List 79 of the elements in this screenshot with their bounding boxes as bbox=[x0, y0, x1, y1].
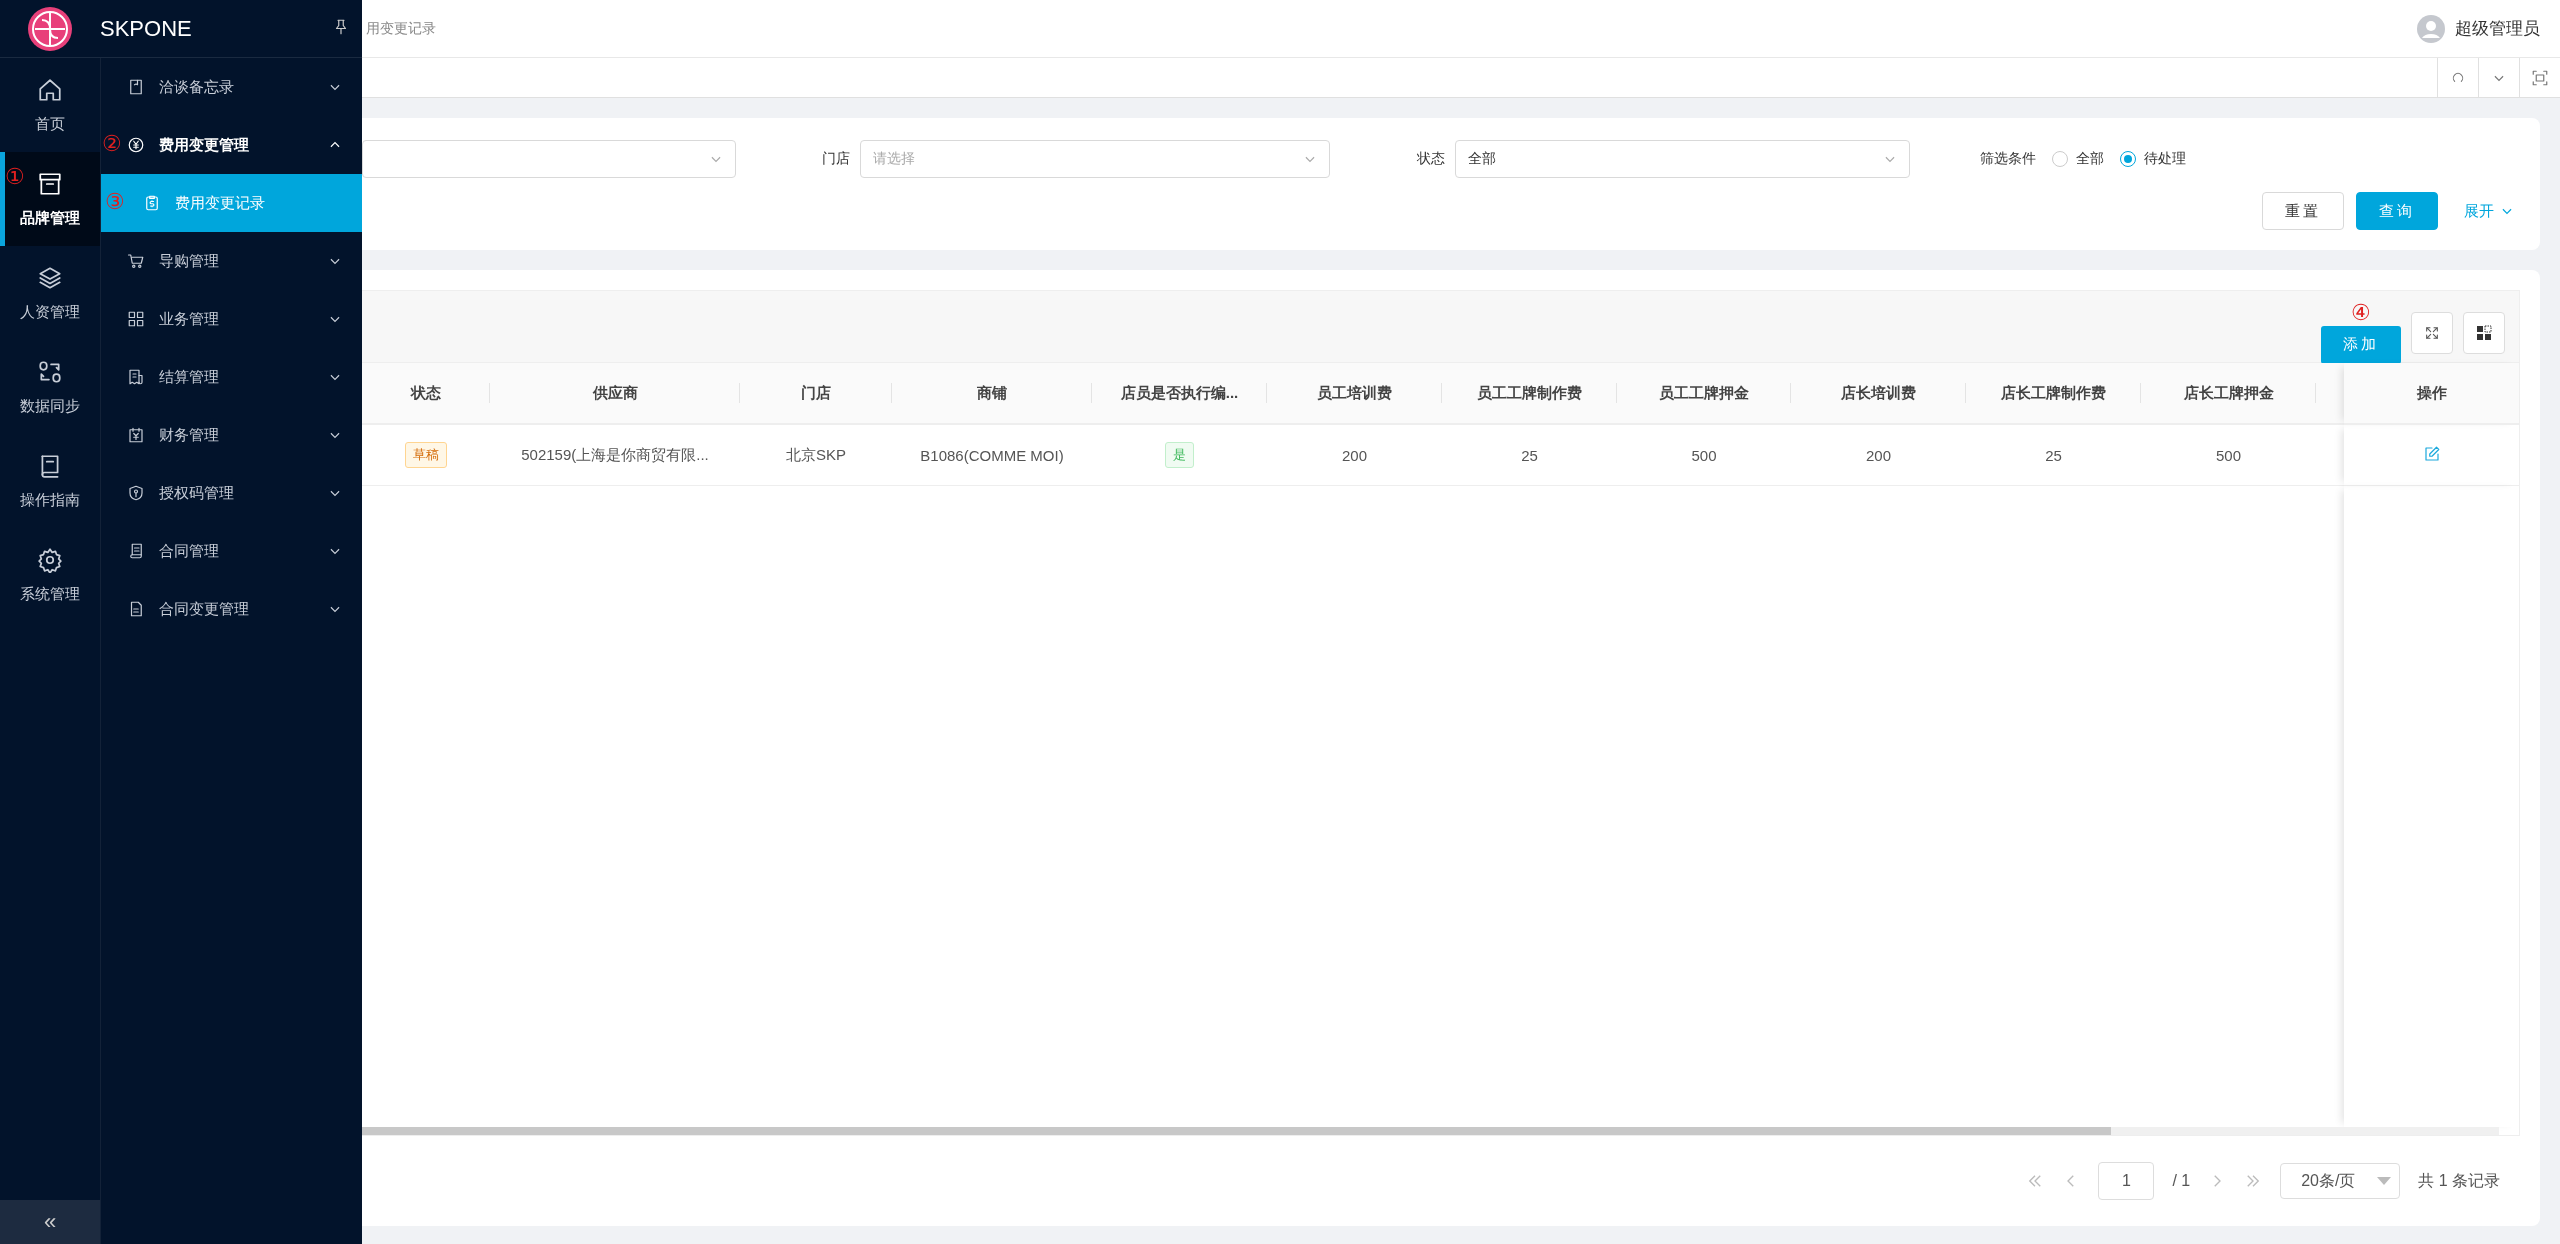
table-cell: 25 bbox=[1966, 425, 2141, 486]
menu-item[interactable]: 合同变更管理 bbox=[101, 580, 362, 638]
rail-item[interactable]: 操作指南 bbox=[0, 434, 100, 528]
menu-item[interactable]: 授权码管理 bbox=[101, 464, 362, 522]
rail-item[interactable]: 首页 bbox=[0, 58, 100, 152]
rail-item[interactable]: 数据同步 bbox=[0, 340, 100, 434]
select-field[interactable] bbox=[362, 140, 736, 178]
column-header: 店员是否执行编... bbox=[1092, 363, 1267, 425]
collapse-button[interactable]: « bbox=[0, 1200, 100, 1244]
menu-item[interactable]: 结算管理 bbox=[101, 348, 362, 406]
column-header: 供应商 bbox=[490, 363, 740, 425]
callout-number: ② bbox=[102, 133, 122, 155]
field-label: 状态 bbox=[1416, 150, 1446, 168]
radio-label[interactable]: 全部 bbox=[2076, 150, 2104, 168]
reset-button[interactable]: 重置 bbox=[2262, 192, 2344, 230]
archive-box-icon bbox=[37, 170, 63, 197]
column-header: 员工培训费 bbox=[1267, 363, 1442, 425]
avatar-icon bbox=[2417, 14, 2445, 43]
table-cell: 200 bbox=[1791, 425, 1966, 486]
page-input[interactable]: 1 bbox=[2098, 1162, 2155, 1200]
status-tag: 草稿 bbox=[405, 442, 447, 468]
column-header: 店长工牌制作费 bbox=[1966, 363, 2141, 425]
menu-item[interactable]: 财务管理 bbox=[101, 406, 362, 464]
menu-item[interactable]: 洽谈备忘录 bbox=[101, 58, 362, 116]
callout-number: ④ bbox=[2351, 301, 2371, 324]
table-cell: 北京SKP bbox=[740, 425, 892, 486]
expand-arrows-icon bbox=[2424, 324, 2440, 341]
scroll-icon bbox=[127, 542, 145, 560]
yen-circle-icon bbox=[127, 136, 145, 154]
horizontal-scrollbar[interactable] bbox=[362, 1127, 2499, 1135]
page-count: / 1 bbox=[2172, 1172, 2191, 1190]
columns-button[interactable] bbox=[2463, 311, 2505, 354]
rail-item[interactable]: 系统管理 bbox=[0, 528, 100, 622]
grid-icon bbox=[127, 310, 145, 328]
gear-icon bbox=[37, 546, 63, 573]
user-name[interactable]: 超级管理员 bbox=[2455, 17, 2540, 40]
clipboard-icon bbox=[143, 194, 161, 212]
column-header: 员工工牌押金 bbox=[1617, 363, 1791, 425]
callout-number: ③ bbox=[105, 191, 125, 213]
callout-number: ① bbox=[5, 166, 25, 188]
grid-icon bbox=[2476, 324, 2492, 341]
column-header: 商铺 bbox=[892, 363, 1092, 425]
menu-item[interactable]: 合同管理 bbox=[101, 522, 362, 580]
receipt-icon bbox=[127, 368, 145, 386]
radio-label[interactable]: 待处理 bbox=[2144, 150, 2186, 168]
document-icon bbox=[127, 78, 145, 96]
menu-item[interactable]: 业务管理 bbox=[101, 290, 362, 348]
table-cell: 502159(上海是你商贸有限... bbox=[490, 425, 740, 486]
cart-icon bbox=[127, 252, 145, 270]
rail-item[interactable]: 人资管理 bbox=[0, 246, 100, 340]
column-header: 店长工牌押金 bbox=[2141, 363, 2316, 425]
column-header: 门店 bbox=[740, 363, 892, 425]
table-cell: 500 bbox=[1617, 425, 1791, 486]
table-cell: 25 bbox=[1442, 425, 1617, 486]
logo-icon bbox=[27, 5, 73, 52]
total-count: 共 1 条记录 bbox=[2418, 1170, 2500, 1191]
field-label: 门店 bbox=[821, 150, 851, 168]
select-field[interactable]: 全部 bbox=[1455, 140, 1910, 178]
brand-name: SKPONE bbox=[100, 15, 193, 42]
breadcrumb[interactable]: 用变更记录 bbox=[366, 19, 436, 38]
table-cell: 200 bbox=[1267, 425, 1442, 486]
table-cell: 500 bbox=[2141, 425, 2316, 486]
column-header: 操作 bbox=[2344, 363, 2519, 425]
rail-item[interactable]: ① 品牌管理 bbox=[0, 152, 100, 246]
fullscreen-icon bbox=[2531, 68, 2549, 87]
expand-table-button[interactable] bbox=[2411, 311, 2453, 354]
radio-group-label: 筛选条件 bbox=[1980, 150, 2036, 168]
column-header: 状态 bbox=[362, 363, 490, 425]
menu-item[interactable]: ② 费用变更管理 bbox=[101, 116, 362, 174]
menu-item[interactable]: 导购管理 bbox=[101, 232, 362, 290]
shield-icon bbox=[127, 484, 145, 502]
column-header: 员工工牌制作费 bbox=[1442, 363, 1617, 425]
sync-icon bbox=[37, 358, 63, 385]
edit-icon bbox=[2422, 444, 2441, 463]
status-tag: 是 bbox=[1165, 442, 1194, 468]
column-header: 店长培训费 bbox=[1791, 363, 1966, 425]
page-size-select[interactable]: 20条/页 bbox=[2280, 1163, 2401, 1199]
calendar-icon bbox=[127, 426, 145, 444]
table-cell: B1086(COMME MOI) bbox=[892, 425, 1092, 486]
